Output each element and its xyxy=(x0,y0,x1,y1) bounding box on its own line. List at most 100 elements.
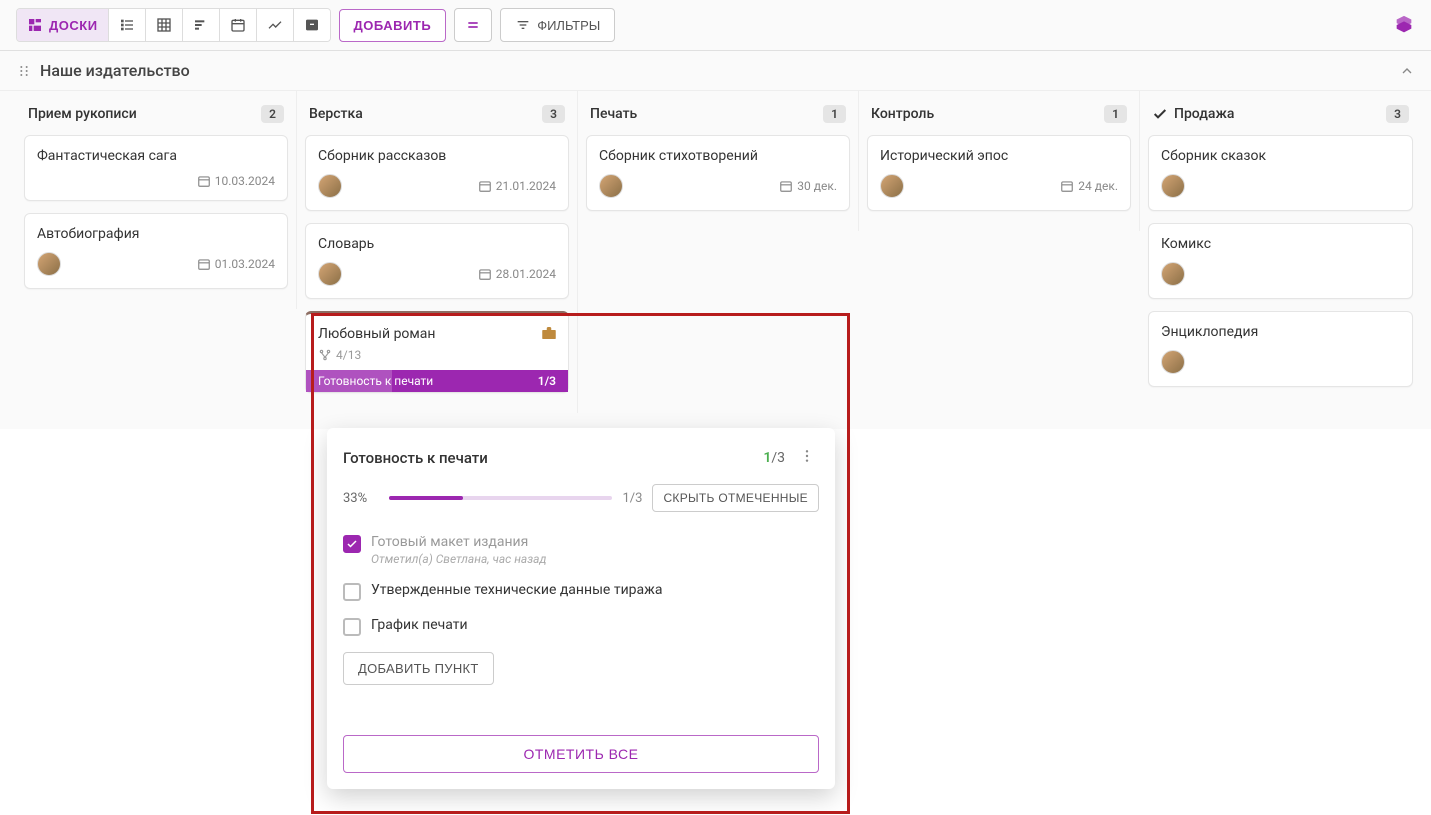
kanban-board: Прием рукописи 2 Фантастическая сага 10.… xyxy=(0,91,1431,429)
progress-bar-fill xyxy=(389,496,463,500)
checklist-item-label: Утвержденные технические данные тиража xyxy=(371,582,819,598)
popup-title: Готовность к печати xyxy=(343,449,488,467)
more-menu-button[interactable] xyxy=(795,444,819,472)
add-checklist-item-button[interactable]: ДОБАВИТЬ ПУНКТ xyxy=(343,652,494,685)
column-count-badge: 1 xyxy=(1104,105,1127,123)
progress-label: Готовность к печати xyxy=(318,374,433,388)
avatar xyxy=(37,252,61,276)
briefcase-icon xyxy=(540,324,558,346)
card[interactable]: Словарь 28.01.2024 xyxy=(305,223,569,299)
drag-handle-icon[interactable] xyxy=(16,63,32,79)
avatar xyxy=(1161,350,1185,374)
card[interactable]: Сборник стихотворений 30 дек. xyxy=(586,135,850,211)
column-header: Верстка 3 xyxy=(305,99,569,135)
card[interactable]: Комикс xyxy=(1148,223,1413,299)
column-count-badge: 3 xyxy=(1386,105,1409,123)
checkbox[interactable] xyxy=(343,618,361,636)
column-header: Контроль 1 xyxy=(867,99,1131,135)
checklist-item-label: График печати xyxy=(371,617,819,633)
view-list-button[interactable] xyxy=(109,9,146,41)
column-header: Печать 1 xyxy=(586,99,850,135)
column-title: Прием рукописи xyxy=(28,106,137,122)
checkbox[interactable] xyxy=(343,583,361,601)
board-title: Наше издательство xyxy=(40,61,190,80)
archive-icon xyxy=(304,17,320,33)
card-date: 10.03.2024 xyxy=(197,174,275,188)
check-icon xyxy=(1152,106,1168,122)
column-count-badge: 2 xyxy=(261,105,284,123)
checklist-popup: Готовность к печати 1/3 33% 1/3 СКРЫТЬ О… xyxy=(327,428,835,789)
card[interactable]: Энциклопедия xyxy=(1148,311,1413,387)
branch-icon xyxy=(318,348,332,362)
view-table-button[interactable] xyxy=(146,9,183,41)
avatar xyxy=(599,174,623,198)
view-calendar-button[interactable] xyxy=(220,9,257,41)
calendar-icon xyxy=(197,257,211,271)
avatar xyxy=(318,174,342,198)
popup-fraction: 1/3 xyxy=(763,450,785,466)
checklist-item: Утвержденные технические данные тиража xyxy=(343,574,819,609)
kebab-icon xyxy=(799,448,815,464)
mark-all-button[interactable]: ОТМЕТИТЬ ВСЕ xyxy=(343,735,819,773)
card-date: 01.03.2024 xyxy=(197,257,275,271)
checklist-item-meta: Отметил(а) Светлана, час назад xyxy=(371,552,819,566)
column-title: Контроль xyxy=(871,106,934,122)
card-title: Любовный роман xyxy=(318,326,556,342)
card[interactable]: Сборник рассказов 21.01.2024 xyxy=(305,135,569,211)
card-title: Сборник сказок xyxy=(1161,148,1400,164)
view-boards-button[interactable]: ДОСКИ xyxy=(17,9,109,41)
avatar xyxy=(318,262,342,286)
progress-strip: Готовность к печати 1/3 xyxy=(306,370,568,392)
table-icon xyxy=(156,17,172,33)
card-expanded[interactable]: Любовный роман 4/13 Готовность к печати … xyxy=(305,311,569,393)
card[interactable]: Исторический эпос 24 дек. xyxy=(867,135,1131,211)
column-header: Продажа 3 xyxy=(1148,99,1413,135)
column-header: Прием рукописи 2 xyxy=(24,99,288,135)
avatar xyxy=(880,174,904,198)
checkbox[interactable] xyxy=(343,535,361,553)
card-title: Сборник стихотворений xyxy=(599,148,837,164)
calendar-icon xyxy=(478,179,492,193)
gantt-icon xyxy=(193,17,209,33)
chevron-up-icon[interactable] xyxy=(1399,63,1415,79)
card[interactable]: Автобиография 01.03.2024 xyxy=(24,213,288,289)
card-title: Сборник рассказов xyxy=(318,148,556,164)
card[interactable]: Сборник сказок xyxy=(1148,135,1413,211)
card-date: 28.01.2024 xyxy=(478,267,556,281)
calendar-icon xyxy=(197,174,211,188)
column-control: Контроль 1 Исторический эпос 24 дек. xyxy=(859,91,1140,231)
card-date: 30 дек. xyxy=(779,179,837,193)
filters-button[interactable]: ФИЛЬТРЫ xyxy=(500,8,615,42)
calendar-icon xyxy=(1060,179,1074,193)
checklist-item-label: Готовый макет издания xyxy=(371,534,819,550)
hide-checked-button[interactable]: СКРЫТЬ ОТМЕЧЕННЫЕ xyxy=(652,484,819,512)
progress-percent: 33% xyxy=(343,491,379,506)
card-title: Автобиография xyxy=(37,226,275,242)
view-chart-button[interactable] xyxy=(257,9,294,41)
add-button[interactable]: ДОБАВИТЬ xyxy=(339,9,447,42)
view-archive-button[interactable] xyxy=(294,9,330,41)
top-toolbar: ДОСКИ ДОБАВИТЬ ФИЛЬТРЫ xyxy=(0,0,1431,51)
card-title: Словарь xyxy=(318,236,556,252)
app-logo-icon[interactable] xyxy=(1393,14,1415,36)
column-sales: Продажа 3 Сборник сказок Комикс Энциклоп… xyxy=(1140,91,1421,407)
view-switcher: ДОСКИ xyxy=(16,8,331,42)
boards-icon xyxy=(27,17,43,33)
column-print: Печать 1 Сборник стихотворений 30 дек. xyxy=(578,91,859,231)
list-icon xyxy=(119,17,135,33)
card[interactable]: Фантастическая сага 10.03.2024 xyxy=(24,135,288,201)
progress-fraction: 1/3 xyxy=(538,374,556,388)
calendar-icon xyxy=(478,267,492,281)
column-layout: Верстка 3 Сборник рассказов 21.01.2024 С… xyxy=(297,91,578,413)
calendar-icon xyxy=(230,17,246,33)
add-button-label: ДОБАВИТЬ xyxy=(354,18,432,33)
avatar xyxy=(1161,262,1185,286)
view-boards-label: ДОСКИ xyxy=(49,18,98,33)
menu-button[interactable] xyxy=(454,8,492,42)
column-intake: Прием рукописи 2 Фантастическая сага 10.… xyxy=(16,91,297,309)
checkmark-icon xyxy=(346,538,358,550)
column-title: Печать xyxy=(590,106,637,122)
card-title: Энциклопедия xyxy=(1161,324,1400,340)
view-gantt-button[interactable] xyxy=(183,9,220,41)
card-title: Исторический эпос xyxy=(880,148,1118,164)
